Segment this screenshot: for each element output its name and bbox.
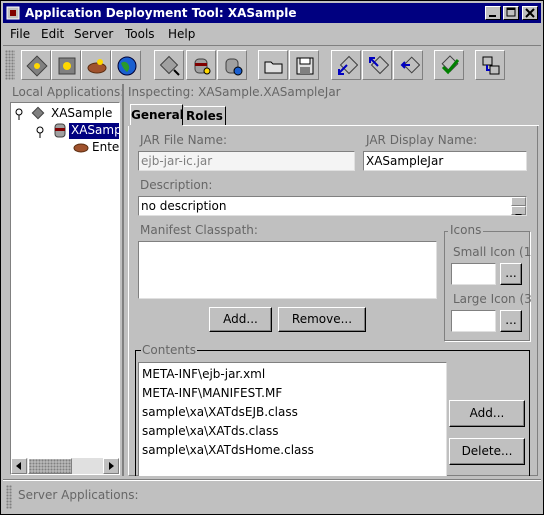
tree-horizontal-scrollbar[interactable] xyxy=(11,458,119,474)
scroll-left-button[interactable] xyxy=(11,458,27,474)
jar-display-name-label: JAR Display Name: xyxy=(366,133,478,147)
minimize-button[interactable] xyxy=(485,6,501,20)
verify-icon xyxy=(441,55,460,75)
menu-server[interactable]: Server xyxy=(74,27,113,43)
tree-item-enterprise-bean[interactable]: Ente xyxy=(92,140,119,154)
description-label: Description: xyxy=(140,178,213,192)
manifest-classpath-label: Manifest Classpath: xyxy=(140,223,258,237)
verify-button[interactable] xyxy=(434,50,464,80)
add-web-war-icon xyxy=(225,58,243,76)
small-icon-field[interactable] xyxy=(451,263,496,285)
manifest-classpath-list[interactable] xyxy=(138,241,437,299)
app-icon xyxy=(6,6,20,20)
application-window: Application Deployment Tool: XASample Fi… xyxy=(0,0,544,515)
window-title: Application Deployment Tool: XASample xyxy=(25,6,297,20)
description-scroll-up[interactable] xyxy=(511,197,526,210)
new-application-button[interactable] xyxy=(21,50,51,80)
contents-add-button[interactable]: Add... xyxy=(449,400,525,427)
small-icon-label: Small Icon (1 xyxy=(453,245,531,259)
open-folder-icon xyxy=(264,61,283,74)
server-icon xyxy=(482,56,500,75)
list-item[interactable]: sample\xa\XATdsEJB.class xyxy=(142,403,298,421)
ejb-jar-icon xyxy=(53,123,67,142)
scroll-right-button[interactable] xyxy=(103,458,119,474)
new-web-button[interactable] xyxy=(81,50,111,80)
tab-joint xyxy=(128,125,184,126)
contents-delete-button[interactable]: Delete... xyxy=(449,438,525,465)
list-item[interactable]: sample\xa\XATds.class xyxy=(142,422,278,440)
save-icon xyxy=(296,57,314,75)
icons-group-label: Icons xyxy=(448,223,484,237)
add-ejb-jar-button[interactable] xyxy=(186,50,216,80)
deploy-icon xyxy=(338,55,358,75)
toolbar-grip[interactable] xyxy=(5,50,15,80)
large-icon-label: Large Icon (3 xyxy=(453,292,531,306)
save-button[interactable] xyxy=(289,50,319,80)
update-icon xyxy=(400,56,420,74)
contents-list[interactable]: META-INF\ejb-jar.xml META-INF\MANIFEST.M… xyxy=(138,362,447,476)
new-application-icon xyxy=(26,55,48,77)
tree-item-xasamplejar[interactable]: XASamp xyxy=(69,123,119,139)
globe-icon xyxy=(117,56,137,76)
list-item[interactable]: META-INF\MANIFEST.MF xyxy=(142,384,282,402)
local-applications-label: Local Applications: xyxy=(12,85,125,99)
jar-file-name-field: ejb-jar-ic.jar xyxy=(138,151,355,171)
manifest-add-button[interactable]: Add... xyxy=(209,307,272,332)
title-bar[interactable]: Application Deployment Tool: XASample xyxy=(3,3,541,23)
description-scroll-down[interactable] xyxy=(511,206,526,215)
maximize-button[interactable] xyxy=(503,6,519,20)
small-icon-browse-button[interactable]: ... xyxy=(500,263,522,285)
contents-group-label: Contents xyxy=(141,343,197,357)
undeploy-icon xyxy=(369,55,389,75)
new-ejb-button[interactable] xyxy=(51,50,81,80)
undeploy-button[interactable] xyxy=(362,50,392,80)
tree-item-xasample[interactable]: XASample xyxy=(51,106,112,120)
new-web-icon xyxy=(87,59,107,74)
add-web-war-button[interactable] xyxy=(217,50,247,80)
status-grip[interactable] xyxy=(6,485,12,509)
menu-tools[interactable]: Tools xyxy=(125,27,155,43)
close-button[interactable] xyxy=(522,6,538,20)
large-icon-field[interactable] xyxy=(451,310,496,332)
menu-edit[interactable]: Edit xyxy=(41,27,64,43)
update-button[interactable] xyxy=(393,50,423,80)
description-text: no description xyxy=(141,199,227,213)
add-application-icon xyxy=(159,55,180,76)
new-ejb-icon xyxy=(58,57,76,75)
local-applications-tree[interactable]: XASample XASamp Ente xyxy=(10,102,120,475)
menu-divider xyxy=(3,45,541,46)
tab-roles[interactable]: Roles xyxy=(184,106,226,126)
server-applications-label: Server Applications: xyxy=(18,488,139,502)
deploy-button[interactable] xyxy=(331,50,361,80)
split-pane-divider[interactable] xyxy=(122,84,124,476)
large-icon-browse-button[interactable]: ... xyxy=(500,310,522,332)
globe-button[interactable] xyxy=(111,50,141,80)
arrow-left-icon xyxy=(16,462,21,470)
tab-general[interactable]: General xyxy=(130,104,184,126)
list-item[interactable]: META-INF\ejb-jar.xml xyxy=(142,365,265,383)
jar-display-name-field[interactable]: XASampleJar xyxy=(363,151,527,171)
arrow-right-icon xyxy=(109,462,114,470)
tab-panel-top-edge xyxy=(183,125,539,126)
list-item[interactable]: sample\xa\XATdsHome.class xyxy=(142,441,314,459)
jar-file-name-label: JAR File Name: xyxy=(140,133,228,147)
menu-help[interactable]: Help xyxy=(168,27,195,43)
tree-toggle-icon[interactable] xyxy=(14,108,24,123)
menu-file[interactable]: File xyxy=(10,27,30,43)
manifest-remove-button[interactable]: Remove... xyxy=(278,307,366,332)
application-icon xyxy=(31,106,45,123)
inspecting-label: Inspecting: XASample.XASampleJar xyxy=(128,85,341,99)
tree-toggle-icon[interactable] xyxy=(35,126,45,141)
bean-icon xyxy=(73,142,89,157)
scroll-thumb[interactable] xyxy=(28,458,72,474)
arrow-down-icon xyxy=(515,214,522,215)
bottom-separator xyxy=(3,479,541,481)
open-button[interactable] xyxy=(258,50,288,80)
server-button[interactable] xyxy=(475,50,505,80)
description-field[interactable]: no description xyxy=(138,196,527,216)
add-application-button[interactable] xyxy=(154,50,184,80)
add-ejb-jar-icon xyxy=(194,58,211,75)
